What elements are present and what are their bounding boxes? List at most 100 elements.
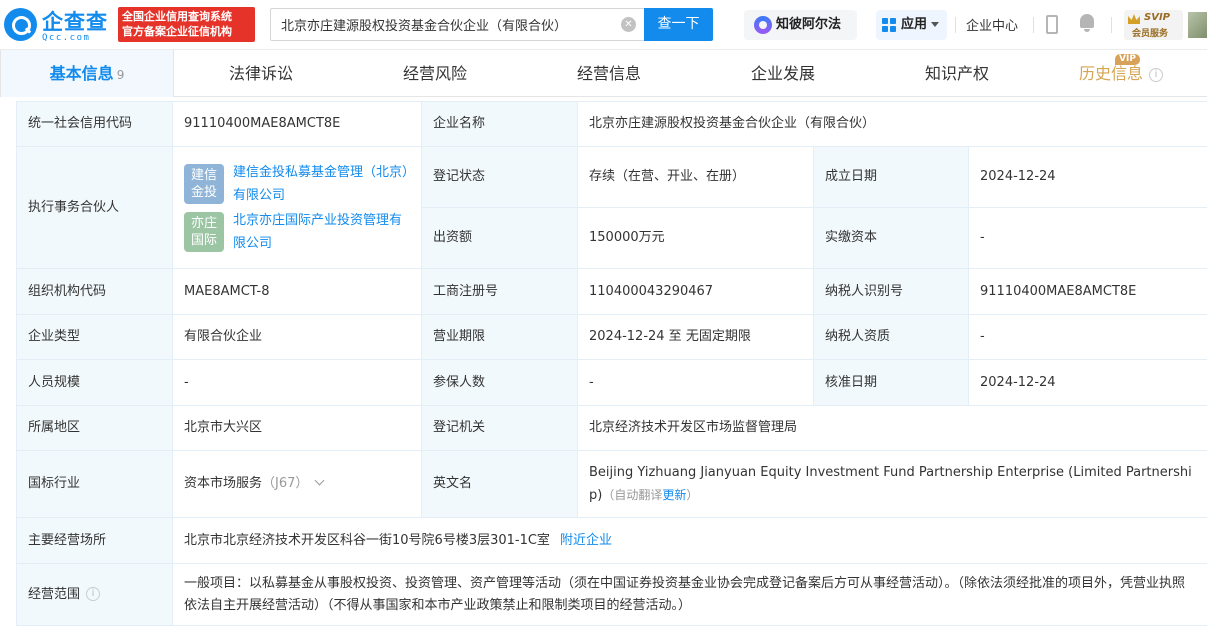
tab-risk[interactable]: 经营风险 bbox=[348, 50, 522, 97]
header-divider bbox=[1033, 17, 1034, 33]
grid-icon bbox=[882, 18, 896, 32]
table-row: 主要经营场所 北京市北京经济技术开发区科谷一街10号院6号楼3层301-1C室附… bbox=[16, 517, 1207, 564]
tab-basic-info[interactable]: 基本信息 9 bbox=[0, 50, 174, 97]
official-banner[interactable]: 全国企业信用查询系统 官方备案企业征信机构 bbox=[118, 7, 255, 42]
english-name-cell: Beijing Yizhuang Jianyuan Equity Investm… bbox=[576, 450, 1207, 518]
industry-cell[interactable]: 资本市场服务（J67） bbox=[172, 450, 422, 518]
partner-item: 建信 金投 建信金投私募基金管理（北京）有限公司 bbox=[184, 161, 410, 207]
company-name-value: 北京亦庄建源股权投资基金合伙企业（有限合伙） bbox=[576, 101, 1207, 147]
approve-date-value: 2024-12-24 bbox=[967, 359, 1207, 406]
reg-status-label: 登记状态 bbox=[421, 146, 578, 208]
company-type-value: 有限合伙企业 bbox=[172, 314, 422, 360]
capital-label: 出资额 bbox=[421, 207, 578, 269]
crown-icon bbox=[1128, 14, 1140, 24]
capital-value: 150000万元 bbox=[577, 207, 814, 269]
taxpayer-id-value: 91110400MAE8AMCT8E bbox=[967, 268, 1207, 315]
partner-logo[interactable]: 建信 金投 bbox=[184, 163, 224, 204]
svip-button[interactable]: SVIP 会员服务 bbox=[1124, 10, 1183, 40]
apps-menu[interactable]: 应用 bbox=[876, 10, 947, 40]
tab-count: 9 bbox=[116, 68, 125, 82]
header-divider bbox=[1111, 17, 1112, 33]
search-input[interactable] bbox=[271, 9, 611, 40]
info-icon[interactable]: i bbox=[86, 587, 101, 601]
taxpayer-id-label: 纳税人识别号 bbox=[813, 268, 969, 315]
credit-code-value: 91110400MAE8AMCT8E bbox=[172, 101, 422, 147]
svip-title: SVIP bbox=[1144, 12, 1170, 23]
svip-subtitle: 会员服务 bbox=[1132, 29, 1169, 39]
address-cell: 北京市北京经济技术开发区科谷一街10号院6号楼3层301-1C室 附近企业 bbox=[171, 517, 1207, 564]
auto-translate-close: ） bbox=[686, 487, 699, 502]
region-value: 北京市大兴区 bbox=[172, 405, 422, 451]
top-header: 企查查 Qcc.com 全国企业信用查询系统 官方备案企业征信机构 ✕ 查一下 … bbox=[0, 0, 1207, 50]
scope-label: 经营范围 bbox=[28, 586, 81, 602]
chevron-down-icon bbox=[931, 22, 940, 27]
partner-link[interactable]: 建信金投私募基金管理（北京）有限公司 bbox=[233, 161, 410, 207]
table-row: 企业类型 有限合伙企业 营业期限 2024-12-24 至 无固定期限 纳税人资… bbox=[16, 314, 1207, 360]
insured-value: - bbox=[577, 359, 814, 406]
industry-label: 国标行业 bbox=[16, 450, 173, 518]
staff-size-label: 人员规模 bbox=[16, 359, 173, 406]
table-row: 人员规模 - 参保人数 - 核准日期 2024-12-24 bbox=[16, 359, 1207, 406]
info-icon[interactable]: i bbox=[1149, 67, 1163, 82]
region-label: 所属地区 bbox=[16, 405, 173, 451]
bell-icon[interactable] bbox=[1079, 14, 1095, 32]
alpha-logo-icon bbox=[754, 16, 772, 34]
banner-line-2: 官方备案企业征信机构 bbox=[122, 25, 232, 38]
taxpayer-qual-value: - bbox=[967, 314, 1207, 360]
nearby-companies-link[interactable]: 附近企业 bbox=[560, 533, 612, 548]
tab-label: 历史信息 bbox=[1078, 64, 1143, 83]
apps-label: 应用 bbox=[901, 17, 928, 32]
industry-code: （J67） bbox=[262, 476, 309, 491]
table-row: 所属地区 北京市大兴区 登记机关 北京经济技术开发区市场监督管理局 bbox=[16, 405, 1207, 451]
logo-subtitle: Qcc.com bbox=[42, 33, 91, 43]
english-name-label: 英文名 bbox=[421, 450, 578, 518]
reg-status-value: 存续（在营、开业、在册） bbox=[577, 146, 814, 208]
auto-translate-note: （自动翻译 bbox=[602, 487, 663, 502]
address-value: 北京市北京经济技术开发区科谷一街10号院6号楼3层301-1C室 bbox=[184, 532, 550, 548]
org-code-value: MAE8AMCT-8 bbox=[172, 268, 422, 315]
business-info-table: 统一社会信用代码 91110400MAE8AMCT8E 企业名称 北京亦庄建源股… bbox=[16, 101, 1207, 626]
search-box: ✕ bbox=[270, 8, 644, 41]
reg-authority-label: 登记机关 bbox=[421, 405, 578, 451]
chevron-down-icon[interactable] bbox=[314, 475, 325, 486]
enterprise-center-link[interactable]: 企业中心 bbox=[966, 15, 1018, 34]
scope-label-cell: 经营范围 i bbox=[16, 563, 173, 626]
table-row: 组织机构代码 MAE8AMCT-8 工商注册号 110400043290467 … bbox=[16, 268, 1207, 315]
table-row: 执行事务合伙人 建信 金投 建信金投私募基金管理（北京）有限公司 亦庄 国际 北京亦… bbox=[16, 146, 1207, 269]
partner-logo[interactable]: 亦庄 国际 bbox=[184, 211, 224, 252]
header-divider bbox=[955, 17, 956, 33]
industry-value: 资本市场服务 bbox=[184, 476, 263, 491]
logo-name: 企查查 bbox=[42, 10, 108, 34]
search-button[interactable]: 查一下 bbox=[644, 8, 713, 41]
reg-no-value: 110400043290467 bbox=[577, 268, 814, 315]
banner-line-1: 全国企业信用查询系统 bbox=[122, 10, 232, 23]
insured-label: 参保人数 bbox=[421, 359, 578, 406]
avatar[interactable] bbox=[1188, 12, 1207, 38]
clear-icon[interactable]: ✕ bbox=[621, 17, 636, 32]
reg-no-label: 工商注册号 bbox=[421, 268, 578, 315]
tab-operation[interactable]: 经营信息 bbox=[522, 50, 696, 97]
zhibo-label: 知彼阿尔法 bbox=[776, 17, 842, 32]
staff-size-value: - bbox=[172, 359, 422, 406]
tab-legal[interactable]: 法律诉讼 bbox=[174, 50, 348, 97]
term-label: 营业期限 bbox=[421, 314, 578, 360]
org-code-label: 组织机构代码 bbox=[16, 268, 173, 315]
mobile-icon[interactable] bbox=[1046, 15, 1058, 34]
search-logo-icon bbox=[4, 8, 37, 41]
update-link[interactable]: 更新 bbox=[662, 488, 686, 502]
credit-code-label: 统一社会信用代码 bbox=[16, 101, 173, 147]
company-type-label: 企业类型 bbox=[16, 314, 173, 360]
tab-development[interactable]: 企业发展 bbox=[696, 50, 870, 97]
qcc-logo[interactable]: 企查查 Qcc.com bbox=[4, 6, 114, 44]
partner-item: 亦庄 国际 北京亦庄国际产业投资管理有限公司 bbox=[184, 209, 410, 255]
partner-label: 执行事务合伙人 bbox=[16, 146, 173, 269]
scope-value: 一般项目：以私募基金从事股权投资、投资管理、资产管理等活动（须在中国证券投资基金… bbox=[171, 563, 1207, 626]
partner-link[interactable]: 北京亦庄国际产业投资管理有限公司 bbox=[233, 209, 410, 255]
table-row: 经营范围 i 一般项目：以私募基金从事股权投资、投资管理、资产管理等活动（须在中国… bbox=[16, 563, 1207, 626]
table-row: 国标行业 资本市场服务（J67） 英文名 Beijing Yizhuang Ji… bbox=[16, 450, 1207, 518]
taxpayer-qual-label: 纳税人资质 bbox=[813, 314, 969, 360]
zhibo-alpha-button[interactable]: 知彼阿尔法 bbox=[744, 10, 857, 40]
found-date-value: 2024-12-24 bbox=[967, 146, 1207, 208]
tab-ip[interactable]: 知识产权 bbox=[870, 50, 1044, 97]
found-date-label: 成立日期 bbox=[813, 146, 969, 208]
